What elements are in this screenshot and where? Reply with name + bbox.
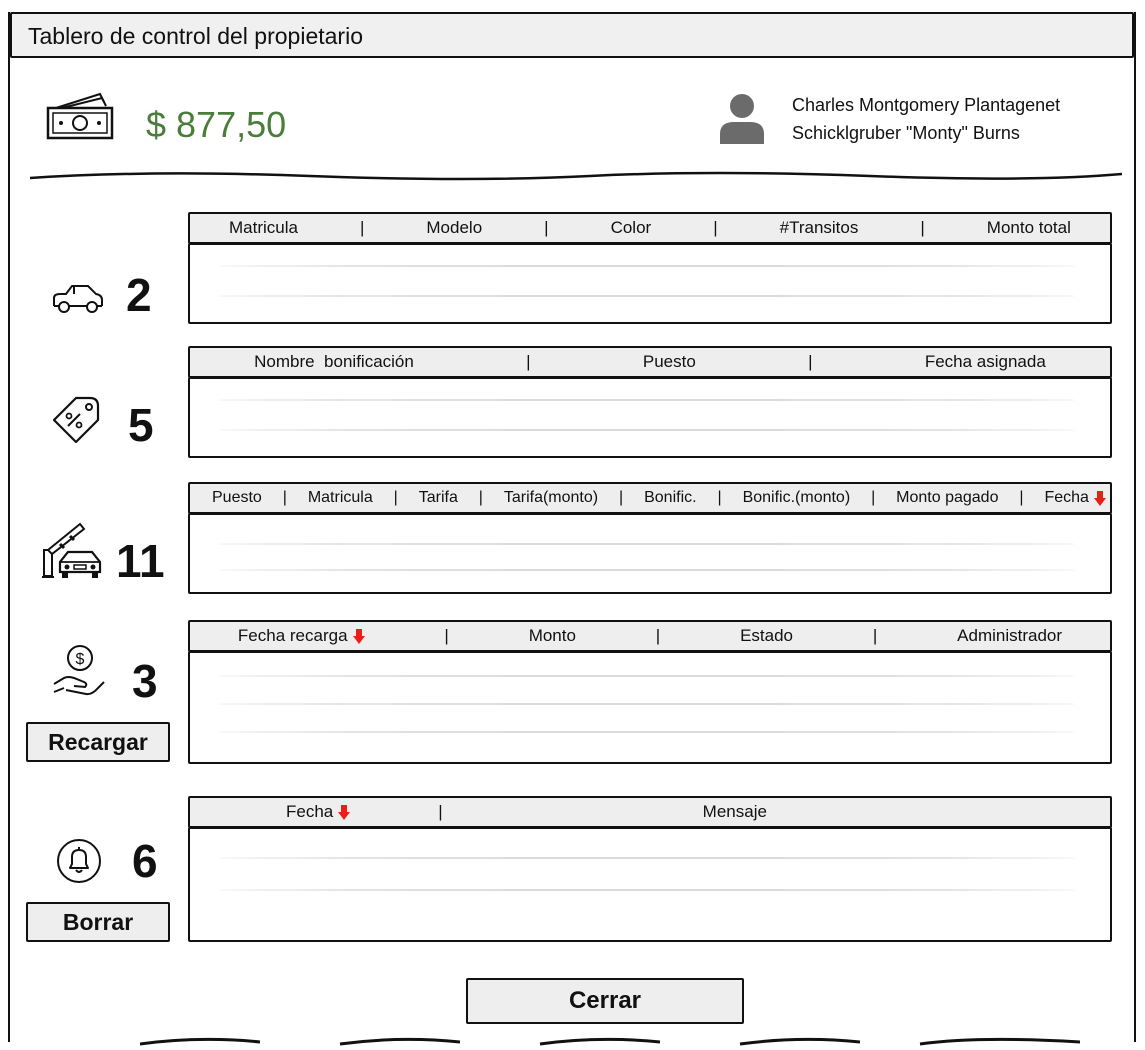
sort-descending-icon[interactable] <box>352 628 365 644</box>
owner-name-line2: Schicklgruber "Monty" Burns <box>792 123 1020 143</box>
recharges-table: Fecha recarga | Monto | Estado | Administr… <box>188 620 1112 764</box>
placeholder-row <box>218 429 1076 431</box>
user-avatar-icon <box>720 94 764 144</box>
column-header[interactable]: Modelo <box>426 218 482 238</box>
delete-button[interactable]: Borrar <box>26 902 170 942</box>
notifications-table: Fecha | Mensaje <box>188 796 1112 942</box>
sort-descending-icon[interactable] <box>338 804 351 820</box>
bonuses-table-header: Nombre bonificación | Puesto | Fecha asign… <box>188 346 1112 378</box>
title-bar: Tablero de control del propietario <box>10 12 1134 58</box>
column-header: Fecha recarga <box>237 626 348 645</box>
recharge-count: 3 <box>132 655 158 707</box>
placeholder-row <box>218 543 1076 545</box>
bonuses-table: Nombre bonificación | Puesto | Fecha asign… <box>188 346 1112 458</box>
placeholder-row <box>218 569 1076 571</box>
placeholder-row <box>218 295 1076 297</box>
placeholder-row <box>218 857 1076 859</box>
bonus-count: 5 <box>128 399 154 451</box>
balance-amount: $ 877,50 <box>146 104 287 145</box>
column-header[interactable]: Tarifa(monto) <box>504 489 598 507</box>
notification-count: 6 <box>132 835 158 887</box>
transits-table-header: Puesto | Matricula | Tarifa | Tarifa(monto)… <box>188 482 1112 514</box>
transits-table-body[interactable] <box>188 513 1112 594</box>
recharges-table-body[interactable] <box>188 651 1112 764</box>
column-header-sortable[interactable]: Fecha <box>1044 489 1106 507</box>
toll-barrier-car-icon <box>42 522 102 578</box>
column-header[interactable]: Puesto <box>643 352 696 372</box>
car-icon <box>53 285 103 313</box>
transit-count: 11 <box>116 535 165 587</box>
discount-tag-icon <box>52 396 100 444</box>
placeholder-row <box>218 265 1076 267</box>
header-divider <box>30 171 1122 181</box>
transits-table: Puesto | Matricula | Tarifa | Tarifa(monto)… <box>188 482 1112 594</box>
hand-dollar-icon: $ <box>53 645 105 696</box>
bell-icon <box>57 839 101 883</box>
bottom-divider <box>140 1037 1081 1046</box>
notifications-table-header: Fecha | Mensaje <box>188 796 1112 828</box>
placeholder-row <box>218 889 1076 891</box>
column-header[interactable]: Bonific.(monto) <box>743 489 851 507</box>
column-header[interactable]: Color <box>611 218 652 238</box>
column-header: Fecha <box>286 802 334 821</box>
notifications-table-body[interactable] <box>188 827 1112 942</box>
column-header[interactable]: Fecha asignada <box>925 352 1046 372</box>
vehicles-table-header: Matricula | Modelo | Color | #Transitos | Mo… <box>188 212 1112 244</box>
column-header[interactable]: Tarifa <box>419 489 458 507</box>
column-header[interactable]: Bonific. <box>644 489 696 507</box>
column-header[interactable]: Monto total <box>987 218 1071 238</box>
vehicles-table-body[interactable] <box>188 243 1112 324</box>
svg-text:$: $ <box>76 651 85 668</box>
column-header[interactable]: Nombre bonificación <box>254 352 414 372</box>
column-header[interactable]: Monto <box>529 626 576 646</box>
column-header[interactable]: Monto pagado <box>896 489 998 507</box>
column-header[interactable]: Mensaje <box>703 802 767 822</box>
placeholder-row <box>218 703 1076 705</box>
placeholder-row <box>218 731 1076 733</box>
placeholder-row <box>218 675 1076 677</box>
column-header[interactable]: Matricula <box>308 489 373 507</box>
sort-descending-icon[interactable] <box>1093 490 1106 506</box>
owner-name: Charles Montgomery Plantagenet Schicklgr… <box>792 91 1060 147</box>
column-header[interactable]: #Transitos <box>780 218 859 238</box>
owner-name-line1: Charles Montgomery Plantagenet <box>792 95 1061 115</box>
vehicle-count: 2 <box>126 269 152 321</box>
column-header[interactable]: Administrador <box>957 626 1062 646</box>
column-header[interactable]: Estado <box>740 626 793 646</box>
window-title: Tablero de control del propietario <box>28 23 363 49</box>
close-button[interactable]: Cerrar <box>466 978 744 1024</box>
column-header: Fecha <box>1044 489 1089 506</box>
column-header-sortable[interactable]: Fecha <box>286 802 351 822</box>
bonuses-table-body[interactable] <box>188 377 1112 458</box>
money-icon <box>46 92 114 140</box>
column-header[interactable]: Matricula <box>229 218 298 238</box>
recharges-table-header: Fecha recarga | Monto | Estado | Administr… <box>188 620 1112 652</box>
recharge-button[interactable]: Recargar <box>26 722 170 762</box>
vehicles-table: Matricula | Modelo | Color | #Transitos | Mo… <box>188 212 1112 324</box>
column-header[interactable]: Puesto <box>212 489 262 507</box>
placeholder-row <box>218 399 1076 401</box>
column-header-sortable[interactable]: Fecha recarga <box>238 626 365 646</box>
